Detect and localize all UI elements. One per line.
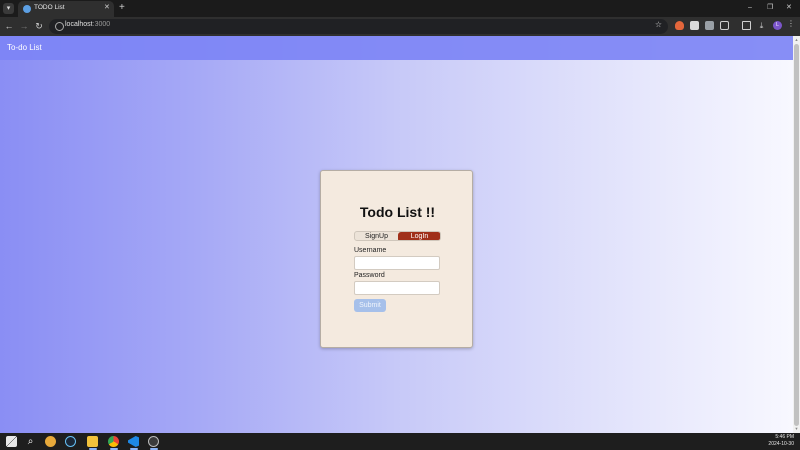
scrollbar-thumb[interactable]	[794, 44, 799, 426]
vscode-icon[interactable]	[128, 436, 139, 447]
card-title: Todo List !!	[359, 204, 436, 220]
chrome-canary-icon[interactable]	[45, 436, 56, 447]
forward-icon[interactable]: →	[18, 20, 30, 32]
minimize-icon[interactable]: –	[748, 2, 752, 14]
browser-tab-strip: ▾ TODO List ✕ + – ❐ ✕	[0, 0, 800, 17]
active-indicator	[149, 448, 158, 450]
url-text: localhost:3000	[65, 21, 111, 28]
brave-extension-icon[interactable]	[675, 21, 684, 30]
window-close-icon[interactable]: ✕	[786, 2, 792, 14]
windows-start-icon[interactable]	[6, 436, 17, 447]
site-info-icon[interactable]	[55, 22, 64, 31]
address-bar[interactable]: localhost:3000 ☆	[49, 19, 668, 34]
username-label: Username	[354, 247, 387, 254]
download-icon[interactable]: ⤓	[757, 21, 766, 30]
steam-icon[interactable]	[65, 436, 76, 447]
file-explorer-icon[interactable]	[87, 436, 98, 447]
active-indicator	[109, 448, 118, 450]
profile-avatar-icon[interactable]: L	[773, 21, 782, 30]
tab-title: TODO List	[34, 4, 65, 11]
username-input[interactable]	[354, 256, 440, 270]
extension-icon[interactable]	[705, 21, 714, 30]
search-icon[interactable]: ⌕	[25, 436, 36, 447]
app-icon[interactable]	[148, 436, 159, 447]
browser-toolbar: ← → ↻ localhost:3000 ☆ ⤓ L ⋮	[0, 17, 800, 36]
brand-title[interactable]: To-do List	[7, 43, 42, 52]
favicon-icon	[23, 5, 31, 13]
scroll-up-icon[interactable]: ▲	[794, 37, 799, 43]
taskbar: ⌕ 5:46 PM 2024-10-30	[0, 433, 800, 450]
submit-button[interactable]: Submit	[354, 299, 386, 312]
clock-time: 5:46 PM	[775, 434, 794, 440]
tab-search-icon[interactable]: ▾	[3, 3, 14, 14]
chrome-icon[interactable]	[108, 436, 119, 447]
tab-close-icon[interactable]: ✕	[104, 3, 110, 11]
password-input[interactable]	[354, 281, 440, 295]
more-menu-icon[interactable]: ⋮	[787, 19, 795, 28]
bookmark-star-icon[interactable]: ☆	[655, 20, 662, 29]
browser-tab[interactable]: TODO List ✕	[18, 1, 114, 17]
app-header: To-do List	[0, 36, 793, 60]
back-icon[interactable]: ←	[3, 20, 15, 32]
active-indicator	[88, 448, 97, 450]
login-toggle-button[interactable]: LogIn	[398, 232, 440, 240]
extension-icon[interactable]	[690, 21, 699, 30]
new-tab-icon[interactable]: +	[119, 2, 125, 14]
auth-mode-toggle: SignUp LogIn	[354, 231, 441, 241]
password-label: Password	[354, 272, 385, 279]
page-scrollbar[interactable]: ▲ ▼	[793, 36, 800, 433]
extensions-puzzle-icon[interactable]	[720, 21, 729, 30]
scroll-down-icon[interactable]: ▼	[794, 426, 799, 432]
restore-icon[interactable]: ❐	[767, 2, 773, 14]
system-clock[interactable]: 5:46 PM 2024-10-30	[768, 434, 794, 448]
signup-toggle-button[interactable]: SignUp	[355, 232, 398, 240]
auth-card: Todo List !! SignUp LogIn Username Passw…	[320, 170, 473, 348]
reload-icon[interactable]: ↻	[33, 20, 45, 32]
active-indicator	[129, 448, 138, 450]
page-viewport: To-do List Todo List !! SignUp LogIn Use…	[0, 36, 793, 433]
cast-icon[interactable]	[742, 21, 751, 30]
clock-date: 2024-10-30	[768, 441, 794, 447]
